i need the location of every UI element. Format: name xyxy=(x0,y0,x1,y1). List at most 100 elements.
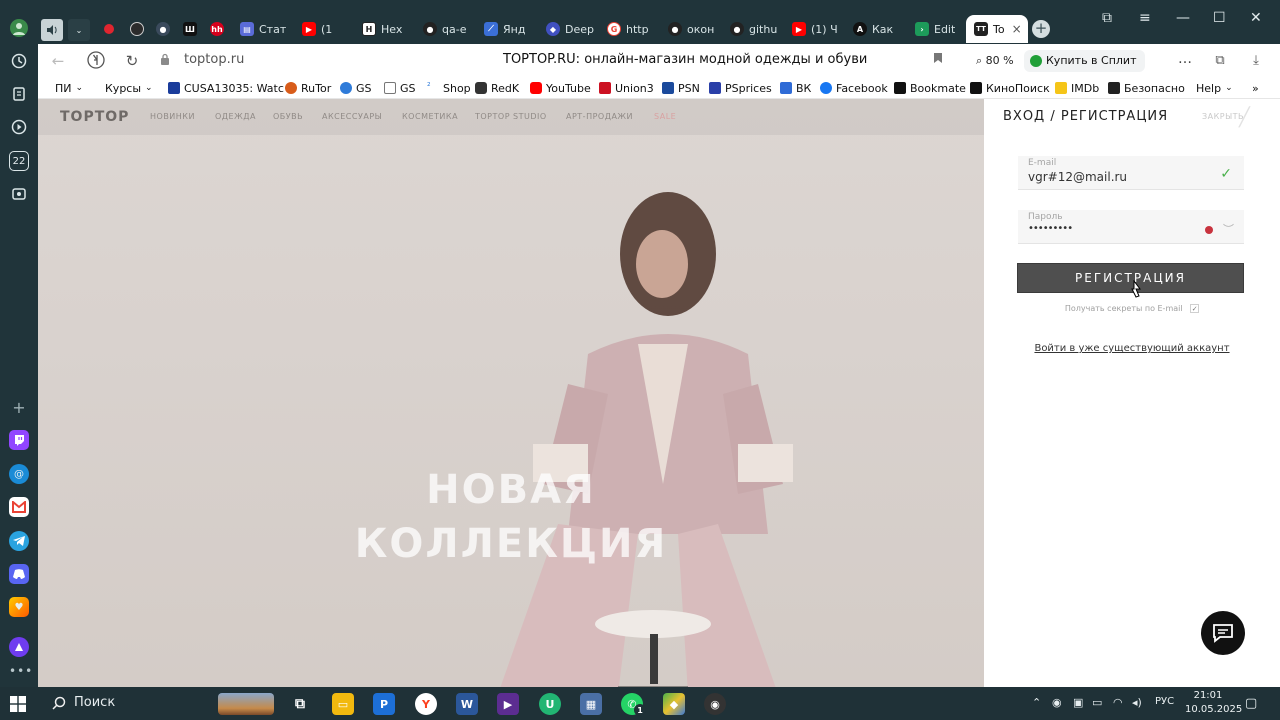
bookmark-cusa[interactable]: CUSA13035: Watc xyxy=(168,80,284,96)
bookmark-icon[interactable] xyxy=(933,52,943,67)
password-field[interactable]: Пароль ••••••••• ︶ xyxy=(1018,210,1244,244)
tab-10[interactable]: ⟋ Янд xyxy=(484,15,525,43)
menu-toptop-studio[interactable]: TOPTOP STUDIO xyxy=(475,112,547,121)
yandex-browser-icon[interactable]: Y xyxy=(415,693,437,715)
bookmark-bezopasno[interactable]: Безопасно xyxy=(1108,80,1185,96)
yandex-logo-icon[interactable] xyxy=(86,51,106,71)
zoom-indicator[interactable]: ⌕ 80 % xyxy=(970,51,1020,71)
screenshot-icon[interactable] xyxy=(9,184,29,204)
bookmark-imdb[interactable]: IMDb xyxy=(1055,80,1099,96)
remote-desktop-icon[interactable]: P xyxy=(373,693,395,715)
bookmark-redk[interactable]: RedK xyxy=(475,80,519,96)
menu-sale[interactable]: SALE xyxy=(654,112,676,121)
bookmark-gs-2[interactable]: GS xyxy=(384,80,416,96)
back-icon[interactable]: ← xyxy=(48,51,68,71)
recorder-icon[interactable]: ◉ xyxy=(704,693,726,715)
search-highlight-image[interactable] xyxy=(218,693,274,715)
menu-aksessuary[interactable]: АКСЕССУАРЫ xyxy=(322,112,382,121)
bookmark-psn[interactable]: PSN xyxy=(662,80,700,96)
menu-icon[interactable]: ≡ xyxy=(1139,10,1151,26)
collections-icon[interactable] xyxy=(9,84,29,104)
tab-6[interactable]: ▤ Стат xyxy=(240,15,286,43)
menu-obuv[interactable]: ОБУВЬ xyxy=(273,112,303,121)
visual-studio-icon[interactable]: ▶ xyxy=(497,693,519,715)
bookmark-folder-kursy[interactable]: Курсы ⌄ xyxy=(105,80,153,96)
tab-15[interactable]: ▶ (1) Ч xyxy=(792,15,838,43)
close-link[interactable]: ЗАКРЫТЬ xyxy=(1202,112,1244,121)
close-tab-icon[interactable]: × xyxy=(1012,22,1022,36)
tab-2[interactable] xyxy=(130,15,144,43)
tab-active-toptop[interactable]: TT To × xyxy=(966,15,1028,43)
tab-9[interactable]: ● qa-e xyxy=(423,15,466,43)
new-tab-button[interactable]: + xyxy=(1032,20,1050,38)
bookmark-kinopoisk[interactable]: КиноПоиск xyxy=(970,80,1050,96)
video-icon[interactable] xyxy=(9,117,29,137)
history-icon[interactable] xyxy=(9,51,29,71)
battery-icon[interactable]: ▭ xyxy=(1092,696,1102,709)
calculator-icon[interactable]: ▦ xyxy=(580,693,602,715)
more-icon[interactable]: ••• xyxy=(9,664,32,678)
tray-app-icon[interactable]: ▣ xyxy=(1073,696,1083,709)
windows-start-icon[interactable] xyxy=(10,696,26,712)
tray-camera-icon[interactable]: ◉ xyxy=(1052,696,1062,709)
pycharm-icon[interactable]: ◆ xyxy=(663,693,685,715)
tab-7[interactable]: ▶ (1 xyxy=(302,15,332,43)
tab-16[interactable]: A Как xyxy=(853,15,893,43)
eye-closed-icon[interactable]: ︶ xyxy=(1223,221,1234,237)
mail-at-icon[interactable]: @ xyxy=(9,464,29,484)
wifi-icon[interactable]: ◠ xyxy=(1113,696,1123,709)
split-pay-button[interactable]: Купить в Сплит xyxy=(1024,50,1145,72)
bookmark-gs-1[interactable]: GS xyxy=(340,80,372,96)
bookmark-shop[interactable]: ² Shop xyxy=(427,80,471,96)
gmail-icon[interactable] xyxy=(9,497,29,517)
url-field[interactable]: toptop.ru TOPTOP.RU: онлайн-магазин модн… xyxy=(156,49,956,72)
tab-list-button[interactable]: ⌄ xyxy=(68,16,90,44)
tab-11[interactable]: ◆ Deep xyxy=(546,15,594,43)
upwork-icon[interactable]: U xyxy=(539,693,561,715)
telegram-icon[interactable] xyxy=(9,531,29,551)
taskbar-search[interactable]: Поиск xyxy=(52,695,115,710)
tab-8[interactable]: H Hex xyxy=(362,15,402,43)
tab-3[interactable]: ● xyxy=(156,15,170,43)
bookmarks-overflow-icon[interactable]: » xyxy=(1252,80,1259,96)
menu-novinki[interactable]: НОВИНКИ xyxy=(150,112,195,121)
minimize-icon[interactable]: — xyxy=(1176,10,1190,26)
bookmark-youtube[interactable]: YouTube xyxy=(530,80,591,96)
site-logo[interactable]: TOPTOP xyxy=(60,109,129,125)
counter-badge[interactable]: 22 xyxy=(9,151,29,171)
tab-17[interactable]: › Edit xyxy=(915,15,955,43)
tab-14[interactable]: ● githu xyxy=(730,15,777,43)
bookmark-bookmate[interactable]: Bookmate xyxy=(894,80,966,96)
profile-icon[interactable] xyxy=(9,18,29,38)
bookmark-folder-pi[interactable]: ПИ ⌄ xyxy=(55,80,83,96)
close-window-icon[interactable]: ✕ xyxy=(1250,10,1262,26)
bookmark-union3[interactable]: Union3 xyxy=(599,80,654,96)
chat-button[interactable] xyxy=(1201,611,1245,655)
word-icon[interactable]: W xyxy=(456,693,478,715)
notifications-icon[interactable]: ▢ xyxy=(1245,696,1257,711)
task-view-icon[interactable]: ⧉ xyxy=(289,693,311,715)
tab-1[interactable] xyxy=(104,15,114,43)
tab-13[interactable]: ● окон xyxy=(668,15,714,43)
alice-icon[interactable] xyxy=(9,637,29,657)
menu-art-prodazhi[interactable]: АРТ-ПРОДАЖИ xyxy=(566,112,633,121)
tray-chevron-icon[interactable]: ⌃ xyxy=(1032,696,1041,709)
tab-12[interactable]: Ghttp xyxy=(607,15,649,43)
discord-icon[interactable] xyxy=(9,564,29,584)
tab-audio[interactable] xyxy=(41,16,63,44)
maximize-icon[interactable]: ☐ xyxy=(1213,10,1226,26)
password-manager-icon[interactable] xyxy=(1205,226,1213,234)
clock[interactable]: 21:01 10.05.2025 xyxy=(1185,689,1242,717)
downloads-icon[interactable]: ⤓ xyxy=(1246,51,1266,71)
menu-kosmetika[interactable]: КОСМЕТИКА xyxy=(402,112,458,121)
extensions-icon[interactable]: ⧉ xyxy=(1210,51,1230,71)
bookmark-facebook[interactable]: Facebook xyxy=(820,80,888,96)
more-actions-icon[interactable]: … xyxy=(1178,51,1192,67)
bookmark-rutor[interactable]: RuTor xyxy=(285,80,331,96)
login-existing-link[interactable]: Войти в уже существующий аккаунт xyxy=(984,343,1280,354)
close-icon[interactable]: ╱ xyxy=(1239,107,1250,128)
add-icon[interactable]: + xyxy=(9,397,29,417)
tab-4[interactable]: Ш xyxy=(183,15,197,43)
language-indicator[interactable]: РУС xyxy=(1155,696,1174,707)
tab-5[interactable]: hh xyxy=(210,15,224,43)
